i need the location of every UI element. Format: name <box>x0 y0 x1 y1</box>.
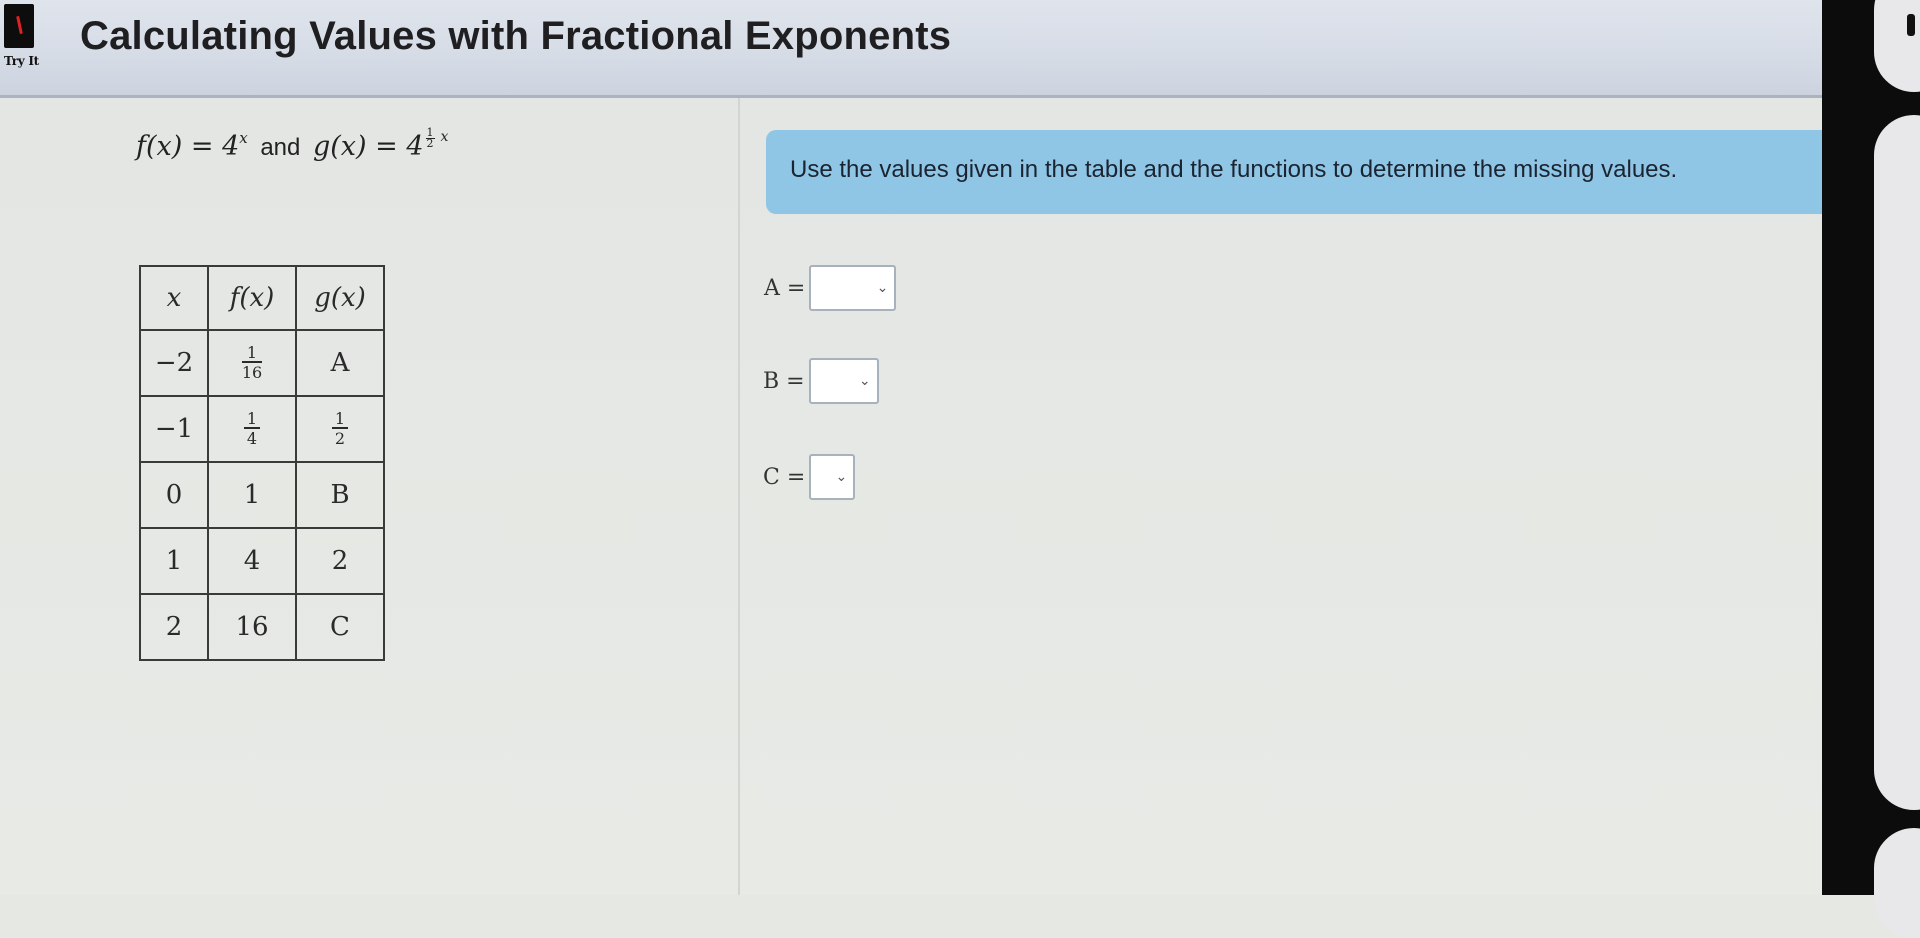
table-cell-g: 2 <box>295 527 385 595</box>
logo-icon <box>4 4 34 48</box>
answer-c-label: C = <box>763 464 806 490</box>
try-it-badge: Try It <box>4 54 39 68</box>
table-cell-x: 0 <box>139 461 209 529</box>
fraction: 12 <box>331 411 349 447</box>
table-cell-x: 1 <box>139 527 209 595</box>
g-definition: g(x) = 4 <box>312 131 424 162</box>
g-exponent-fraction: 12 <box>425 126 435 150</box>
answer-a-label: A = <box>764 275 806 301</box>
g-exponent-var: x <box>440 129 449 145</box>
bezel-pill-bottom <box>1874 828 1920 938</box>
table-cell-f: 14 <box>207 395 297 463</box>
table-cell-g: 12 <box>295 395 385 463</box>
column-header-x: x <box>139 265 209 331</box>
chevron-down-icon: ⌄ <box>876 280 889 296</box>
and-text: and <box>260 134 301 161</box>
answer-c: C = ⌄ <box>763 454 856 500</box>
panel-divider <box>738 98 740 895</box>
table-cell-g: C <box>295 593 385 661</box>
fraction: 1 16 <box>241 343 263 382</box>
fraction: 14 <box>243 411 261 447</box>
bezel-pill-middle <box>1874 115 1920 810</box>
table-cell-x: 2 <box>139 593 209 661</box>
answer-a-dropdown[interactable]: ⌄ <box>809 265 897 311</box>
table-row: −1 14 12 <box>139 395 385 463</box>
main-content: f(x) = 4x and g(x) = 412x x f(x) g(x) −2… <box>0 98 1822 895</box>
table-cell-g: A <box>295 329 385 397</box>
page-title: Calculating Values with Fractional Expon… <box>80 14 952 58</box>
instruction-text: Use the values given in the table and th… <box>790 156 1678 183</box>
table-cell-x: −1 <box>139 395 209 463</box>
table-cell-x: −2 <box>139 329 209 397</box>
answer-a: A = ⌄ <box>764 265 897 311</box>
table-cell-f: 1 <box>207 461 297 529</box>
table-cell-f: 4 <box>207 527 297 595</box>
answer-c-dropdown[interactable]: ⌄ <box>809 454 856 500</box>
answer-b-dropdown[interactable]: ⌄ <box>808 358 879 404</box>
chevron-down-icon: ⌄ <box>835 469 848 485</box>
answer-b-label: B = <box>763 368 805 394</box>
table-row: 0 1 B <box>139 461 385 529</box>
table-row: 2 16 C <box>139 593 385 661</box>
column-header-f: f(x) <box>207 265 297 331</box>
table-row: −2 1 16 A <box>139 329 385 397</box>
table-cell-g: B <box>295 461 385 529</box>
column-header-g: g(x) <box>295 265 385 331</box>
f-definition: f(x) = 4 <box>136 131 240 162</box>
chevron-down-icon: ⌄ <box>858 373 871 389</box>
instruction-banner: Use the values given in the table and th… <box>766 130 1822 214</box>
page-header: Try It Calculating Values with Fractiona… <box>0 0 1822 98</box>
table-cell-f: 16 <box>207 593 297 661</box>
table-header-row: x f(x) g(x) <box>139 265 385 331</box>
table-row: 1 4 2 <box>139 527 385 595</box>
values-table: x f(x) g(x) −2 1 16 A −1 14 12 0 1 B 1 4 … <box>139 265 385 661</box>
function-definitions: f(x) = 4x and g(x) = 412x <box>136 126 449 162</box>
table-cell-f: 1 16 <box>207 329 297 397</box>
f-exponent: x <box>239 129 248 147</box>
answer-b: B = ⌄ <box>763 358 879 404</box>
